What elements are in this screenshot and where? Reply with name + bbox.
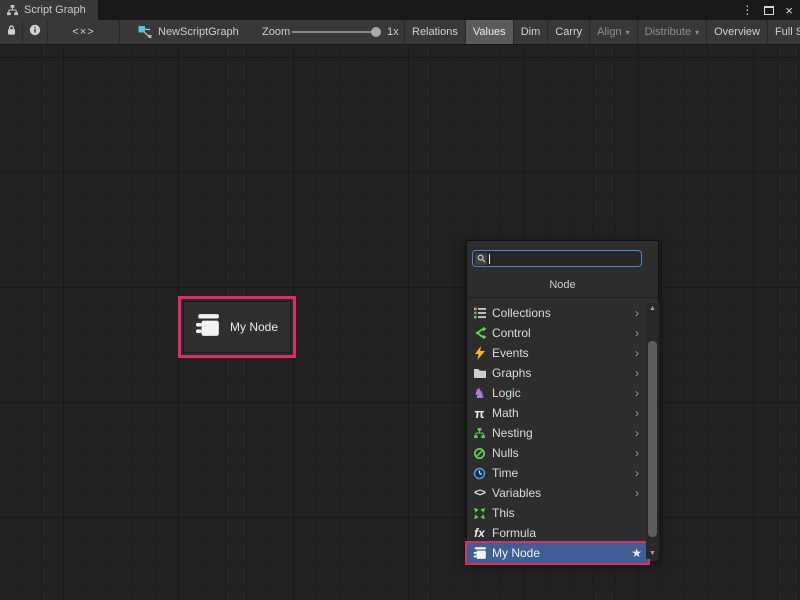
chevron-right-icon: › [635, 466, 646, 480]
nulls-icon [471, 445, 488, 461]
unit-icon [195, 312, 221, 343]
control-icon [471, 325, 488, 341]
zoom-slider[interactable] [292, 31, 380, 33]
divider [467, 297, 658, 298]
fuzzy-finder-popup: Node Collections › [466, 240, 659, 562]
text-caret [489, 254, 490, 264]
code-icon: <×> [72, 26, 94, 38]
tab-script-graph[interactable]: Script Graph [0, 0, 98, 20]
relations-button[interactable]: Relations [404, 20, 465, 44]
chevron-right-icon: › [635, 306, 646, 320]
toolbar-button-group: Relations Values Dim Carry Align ▾ Distr… [404, 20, 800, 44]
script-graph-window: Script Graph ⋮ × [0, 0, 800, 600]
math-icon: π [471, 405, 488, 421]
search-input[interactable] [472, 250, 642, 267]
my-node-unit[interactable]: My Node [183, 301, 291, 353]
logic-icon: ♞ [471, 385, 488, 401]
list-item-logic[interactable]: ♞ Logic › [467, 383, 646, 403]
info-icon [29, 23, 41, 41]
formula-icon: fx [471, 525, 488, 541]
graph-toolbar: <×> NewScriptGraph Zoom 1x Relations Val… [0, 20, 800, 45]
chevron-right-icon: › [635, 446, 646, 460]
list-item-control[interactable]: Control › [467, 323, 646, 343]
list-item-math[interactable]: π Math › [467, 403, 646, 423]
chevron-right-icon: › [635, 386, 646, 400]
chevron-down-icon: ▾ [626, 28, 630, 37]
overview-button[interactable]: Overview [706, 20, 767, 44]
finder-option-list: Collections › Control › [467, 303, 646, 563]
chevron-right-icon: › [635, 326, 646, 340]
scroll-up-icon[interactable]: ▲ [646, 305, 659, 312]
list-item-nulls[interactable]: Nulls › [467, 443, 646, 463]
list-item-time[interactable]: Time › [467, 463, 646, 483]
list-item-nesting[interactable]: Nesting › [467, 423, 646, 443]
zoom-label: Zoom [262, 26, 290, 38]
graph-canvas[interactable] [0, 45, 800, 600]
search-icon [475, 253, 487, 265]
info-button[interactable] [23, 20, 48, 44]
list-item-graphs[interactable]: Graphs › [467, 363, 646, 383]
this-icon [471, 505, 488, 521]
unit-icon [471, 545, 488, 561]
graph-tree-icon [6, 2, 19, 18]
lock-button[interactable] [0, 20, 23, 44]
chevron-right-icon: › [635, 486, 646, 500]
events-icon [471, 345, 488, 361]
scroll-down-icon[interactable]: ▼ [646, 550, 659, 557]
node-selection-outline: My Node [178, 296, 296, 358]
graph-name-label: NewScriptGraph [158, 26, 239, 38]
full-screen-button[interactable]: Full Screen [767, 20, 800, 44]
finder-header: Node [467, 279, 658, 291]
chevron-right-icon: › [635, 406, 646, 420]
graph-name[interactable]: NewScriptGraph [138, 20, 239, 44]
script-graph-asset-icon [138, 24, 152, 40]
chevron-right-icon: › [635, 426, 646, 440]
nesting-icon [471, 425, 488, 441]
list-item-variables[interactable]: <> Variables › [467, 483, 646, 503]
collections-icon [471, 305, 488, 321]
node-title: My Node [230, 320, 278, 334]
lock-icon [6, 23, 17, 41]
list-item-my-node[interactable]: My Node ★ [467, 543, 648, 563]
chevron-down-icon: ▾ [695, 28, 699, 37]
list-item-events[interactable]: Events › [467, 343, 646, 363]
align-dropdown[interactable]: Align ▾ [589, 20, 636, 44]
tab-title: Script Graph [24, 4, 86, 16]
time-icon [471, 465, 488, 481]
variables-icon: <> [471, 485, 488, 501]
chevron-right-icon: › [635, 346, 646, 360]
maximize-icon[interactable] [764, 6, 774, 15]
carry-button[interactable]: Carry [547, 20, 589, 44]
tab-bar: Script Graph ⋮ × [0, 0, 800, 20]
dim-button[interactable]: Dim [513, 20, 548, 44]
close-icon[interactable]: × [785, 4, 793, 17]
scrollbar-thumb[interactable] [648, 341, 657, 537]
list-item-this[interactable]: This [467, 503, 646, 523]
chevron-right-icon: › [635, 366, 646, 380]
list-item-collections[interactable]: Collections › [467, 303, 646, 323]
graphs-icon [471, 365, 488, 381]
values-button[interactable]: Values [465, 20, 513, 44]
finder-scrollbar[interactable]: ▲ ▼ [646, 303, 659, 559]
list-item-formula[interactable]: fx Formula [467, 523, 646, 543]
zoom-slider-thumb[interactable] [371, 27, 381, 37]
window-menu-icon[interactable]: ⋮ [741, 4, 753, 16]
code-preview-toggle[interactable]: <×> [48, 20, 120, 44]
distribute-dropdown[interactable]: Distribute ▾ [637, 20, 706, 44]
zoom-value: 1x [387, 26, 399, 38]
